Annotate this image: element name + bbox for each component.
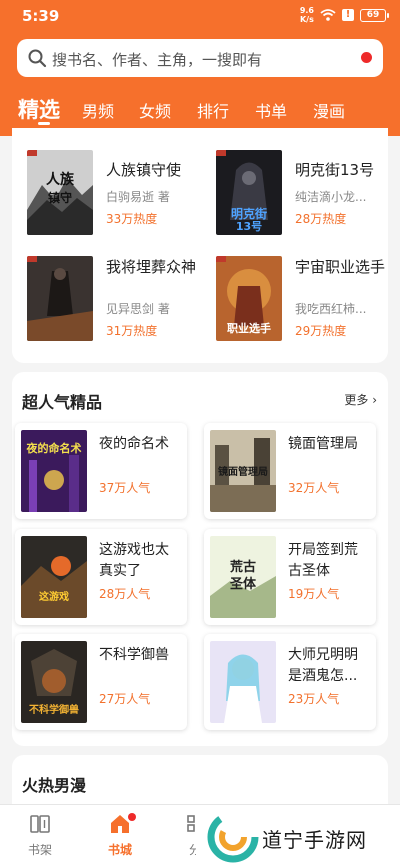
book-item[interactable]: 人族 镇守 人族镇守使 白驹易逝 著 33万热度 (27, 150, 192, 235)
book-cover: 夜的命名术 (21, 430, 87, 512)
status-bar: 5:39 9.6 K/s ! 69 (0, 0, 400, 34)
tab-booklist[interactable]: 书单 (255, 98, 287, 122)
svg-text:这游戏: 这游戏 (39, 590, 69, 603)
search-bar[interactable]: 搜书名、作者、主角，一搜即有 (17, 39, 383, 77)
book-cover: 荒古 圣体 (210, 536, 276, 618)
book-title: 镜面管理局 (288, 436, 358, 452)
book-cover: 明克街 13号 (216, 150, 282, 235)
watermark-text: 道宁手游网 (262, 828, 367, 852)
book-heat: 33万热度 (106, 212, 158, 226)
tab-male[interactable]: 男频 (82, 98, 114, 122)
svg-text:职业选手: 职业选手 (227, 321, 271, 335)
book-cover (210, 641, 276, 723)
book-heat: 31万热度 (106, 324, 158, 338)
book-author: 我吃西红柿... (295, 302, 367, 316)
popular-book-card[interactable]: 镜面管理局 镜面管理局 32万人气 (204, 423, 376, 519)
book-title: 人族镇守使 (106, 161, 182, 179)
svg-text:镜面管理局: 镜面管理局 (218, 465, 268, 478)
book-item[interactable]: 职业选手 宇宙职业选手 我吃西红柿... 29万热度 (216, 256, 385, 341)
svg-text:夜的命名术: 夜的命名术 (26, 441, 82, 455)
network-speed: 9.6 K/s (299, 6, 314, 24)
svg-text:人族: 人族 (46, 171, 75, 188)
book-author: 纯洁滴小龙... (295, 190, 367, 204)
app-header: 5:39 9.6 K/s ! 69 搜书名、作者、主角，一搜即有 精选 男频 女… (0, 0, 400, 136)
search-badge-dot (361, 52, 372, 63)
tab-indicator (38, 122, 50, 125)
book-popularity: 27万人气 (99, 692, 151, 706)
wifi-icon (320, 9, 336, 21)
book-title: 不科学御兽 (99, 647, 169, 663)
popular-book-card[interactable]: 这游戏 这游戏也太真实了 28万人气 (15, 529, 187, 625)
popular-section: 超人气精品 更多 › 夜的命名术 夜的命名术 37万人气 镜面管理局 镜面管理局… (12, 372, 388, 746)
nav-bookshelf[interactable]: 书架 (10, 813, 70, 858)
svg-text:明克街: 明克街 (231, 206, 267, 221)
book-title: 明克街13号 (295, 161, 375, 179)
book-popularity: 28万人气 (99, 587, 151, 601)
tab-female[interactable]: 女频 (139, 98, 171, 122)
svg-text:圣体: 圣体 (230, 576, 257, 592)
svg-text:不科学御兽: 不科学御兽 (29, 703, 79, 716)
tab-comics[interactable]: 漫画 (313, 98, 345, 122)
nav-store[interactable]: 书城 (90, 813, 150, 858)
svg-text:荒古: 荒古 (229, 559, 256, 575)
book-title: 这游戏也太真实了 (99, 542, 169, 579)
book-item[interactable]: 我将埋葬众神 见异思剑 著 31万热度 (27, 256, 196, 341)
book-popularity: 19万人气 (288, 587, 340, 601)
more-link[interactable]: 更多 › (344, 391, 377, 408)
popular-book-card[interactable]: 夜的命名术 夜的命名术 37万人气 (15, 423, 187, 519)
book-cover: 镜面管理局 (210, 430, 276, 512)
book-author: 见异思剑 著 (106, 302, 170, 316)
popular-book-card[interactable]: 大师兄明明是酒鬼怎... 23万人气 (204, 634, 376, 730)
book-popularity: 32万人气 (288, 481, 340, 495)
chevron-right-icon: › (372, 393, 377, 407)
book-heat: 29万热度 (295, 324, 347, 338)
alert-icon: ! (342, 9, 354, 21)
popular-book-card[interactable]: 不科学御兽 不科学御兽 27万人气 (15, 634, 187, 730)
recommended-section: 人族 镇守 人族镇守使 白驹易逝 著 33万热度 明克街 13号 明克街13号 … (12, 128, 388, 363)
book-cover (27, 256, 93, 341)
svg-text:镇守: 镇守 (48, 190, 72, 205)
search-input[interactable]: 搜书名、作者、主角，一搜即有 (52, 49, 262, 70)
book-title: 大师兄明明是酒鬼怎... (288, 647, 358, 684)
site-watermark: 道宁手游网 (196, 806, 400, 866)
book-title: 宇宙职业选手 (295, 258, 386, 276)
nav-label: 书架 (27, 843, 52, 857)
status-icons: 9.6 K/s ! 69 (299, 6, 389, 24)
category-tabs: 精选 男频 女频 排行 书单 漫画 (0, 94, 400, 125)
book-heat: 28万热度 (295, 212, 347, 226)
section-title: 火热男漫 (22, 776, 87, 795)
book-popularity: 23万人气 (288, 692, 340, 706)
book-item[interactable]: 明克街 13号 明克街13号 纯洁滴小龙... 28万热度 (216, 150, 381, 235)
tab-featured[interactable]: 精选 (18, 94, 60, 124)
tab-ranking[interactable]: 排行 (197, 98, 229, 122)
book-popularity: 37万人气 (99, 481, 151, 495)
book-cover: 这游戏 (21, 536, 87, 618)
battery-icon: 69 (360, 8, 389, 22)
book-cover: 不科学御兽 (21, 641, 87, 723)
book-cover: 人族 镇守 (27, 150, 93, 235)
book-author: 白驹易逝 著 (106, 190, 170, 204)
search-icon (28, 49, 47, 68)
nav-label: 书城 (107, 843, 132, 857)
svg-text:13号: 13号 (236, 220, 262, 233)
book-title: 我将埋葬众神 (106, 258, 197, 276)
popular-book-card[interactable]: 荒古 圣体 开局签到荒古圣体 19万人气 (204, 529, 376, 625)
book-title: 开局签到荒古圣体 (288, 542, 358, 579)
status-time: 5:39 (22, 7, 60, 25)
bookshelf-icon (30, 815, 50, 833)
nav-badge-dot (128, 813, 136, 821)
book-title: 夜的命名术 (99, 436, 169, 452)
section-title: 超人气精品 (22, 393, 103, 412)
watermark-logo (207, 811, 259, 863)
book-cover: 职业选手 (216, 256, 282, 341)
